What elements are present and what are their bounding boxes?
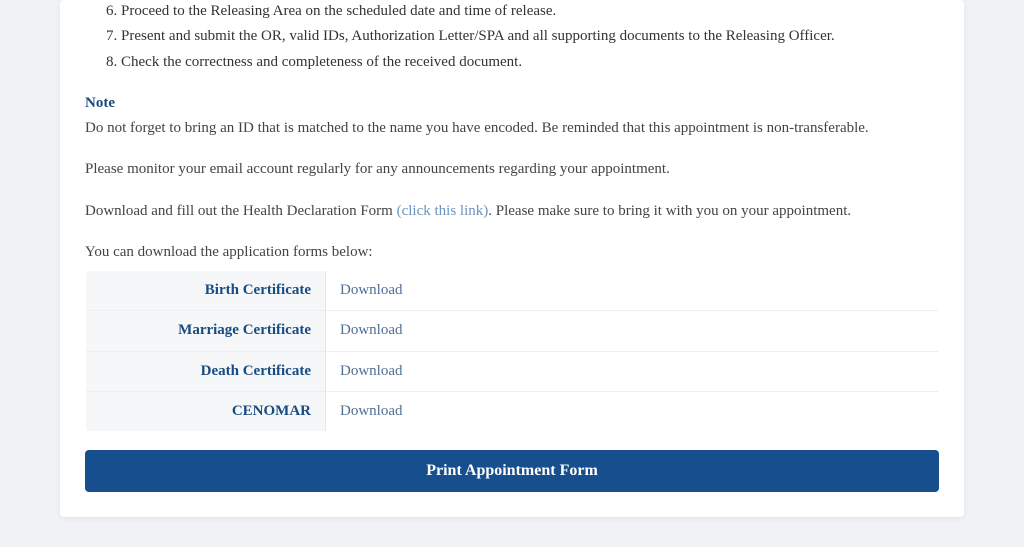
appointment-card: Proceed to the Releasing Area on the sch… [60,0,964,517]
download-link-cenomar[interactable]: Download [340,403,403,419]
print-appointment-button[interactable]: Print Appointment Form [85,450,939,492]
health-form-text: Download and fill out the Health Declara… [85,200,939,223]
form-label-marriage: Marriage Certificate [86,311,326,351]
note-heading: Note [85,92,939,115]
forms-intro: You can download the application forms b… [85,241,939,264]
download-link-birth[interactable]: Download [340,282,403,298]
form-label-birth: Birth Certificate [86,271,326,311]
form-label-cenomar: CENOMAR [86,391,326,431]
form-label-death: Death Certificate [86,351,326,391]
download-link-marriage[interactable]: Download [340,322,403,338]
table-row: Birth Certificate Download [86,271,939,311]
health-form-pre: Download and fill out the Health Declara… [85,203,397,219]
table-row: CENOMAR Download [86,391,939,431]
monitor-email-text: Please monitor your email account regula… [85,158,939,181]
step-item: Present and submit the OR, valid IDs, Au… [121,25,939,48]
note-body: Do not forget to bring an ID that is mat… [85,117,939,140]
table-row: Marriage Certificate Download [86,311,939,351]
health-form-post: . Please make sure to bring it with you … [488,203,851,219]
steps-list: Proceed to the Releasing Area on the sch… [85,0,939,74]
step-item: Check the correctness and completeness o… [121,51,939,74]
application-forms-table: Birth Certificate Download Marriage Cert… [85,270,939,432]
health-declaration-link[interactable]: (click this link) [397,203,489,219]
table-row: Death Certificate Download [86,351,939,391]
download-link-death[interactable]: Download [340,363,403,379]
step-item: Proceed to the Releasing Area on the sch… [121,0,939,23]
